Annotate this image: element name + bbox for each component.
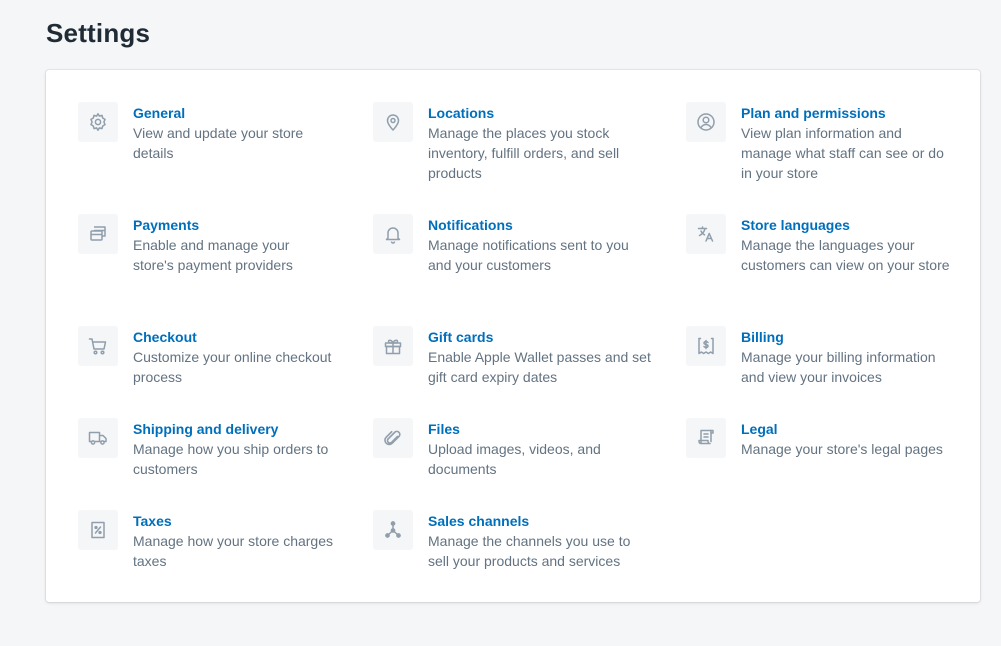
settings-item-description: Manage the places you stock inventory, f… <box>428 125 620 181</box>
settings-item-title: Store languages <box>741 217 850 233</box>
gift-icon <box>373 326 413 366</box>
settings-item-title: Notifications <box>428 217 513 233</box>
settings-item-description: Manage the channels you use to sell your… <box>428 533 631 569</box>
settings-item-description: Manage your billing information and view… <box>741 349 936 385</box>
channels-icon <box>373 510 413 550</box>
settings-item-title: Legal <box>741 421 778 437</box>
settings-item-title: Plan and permissions <box>741 105 886 121</box>
settings-item-title: Billing <box>741 329 784 345</box>
user-circle-icon <box>686 102 726 142</box>
settings-item-description: Enable and manage your store's payment p… <box>133 237 293 273</box>
settings-item-title: Checkout <box>133 329 197 345</box>
settings-item-description: Manage notifications sent to you and you… <box>428 237 629 273</box>
settings-item-description: View plan information and manage what st… <box>741 125 944 181</box>
settings-item-description: Manage how you ship orders to customers <box>133 441 329 477</box>
settings-item-description: Enable Apple Wallet passes and set gift … <box>428 349 651 385</box>
settings-item-description: Upload images, videos, and documents <box>428 441 601 477</box>
location-pin-icon <box>373 102 413 142</box>
paperclip-icon <box>373 418 413 458</box>
settings-card: General View and update your store detai… <box>46 70 980 602</box>
tax-receipt-icon <box>78 510 118 550</box>
settings-item-title: Shipping and delivery <box>133 421 279 437</box>
settings-item-title: Files <box>428 421 460 437</box>
gear-icon <box>78 102 118 142</box>
billing-icon <box>686 326 726 366</box>
truck-icon <box>78 418 118 458</box>
settings-item-description: Manage your store's legal pages <box>741 441 943 457</box>
bell-icon <box>373 214 413 254</box>
page-title: Settings <box>46 18 151 48</box>
translate-icon <box>686 214 726 254</box>
settings-item-description: Manage how your store charges taxes <box>133 533 333 569</box>
settings-item-title: Gift cards <box>428 329 494 345</box>
settings-item-title: Taxes <box>133 513 172 529</box>
settings-item-title: Sales channels <box>428 513 530 529</box>
payment-cards-icon <box>78 214 118 254</box>
legal-document-icon <box>686 418 726 458</box>
settings-item-title: Payments <box>133 217 200 233</box>
settings-item-title: General <box>133 105 186 121</box>
settings-item-description: View and update your store details <box>133 125 304 161</box>
settings-item-description: Customize your online checkout process <box>133 349 332 385</box>
cart-icon <box>78 326 118 366</box>
settings-item-description: Manage the languages your customers can … <box>741 237 950 273</box>
settings-item-title: Locations <box>428 105 495 121</box>
